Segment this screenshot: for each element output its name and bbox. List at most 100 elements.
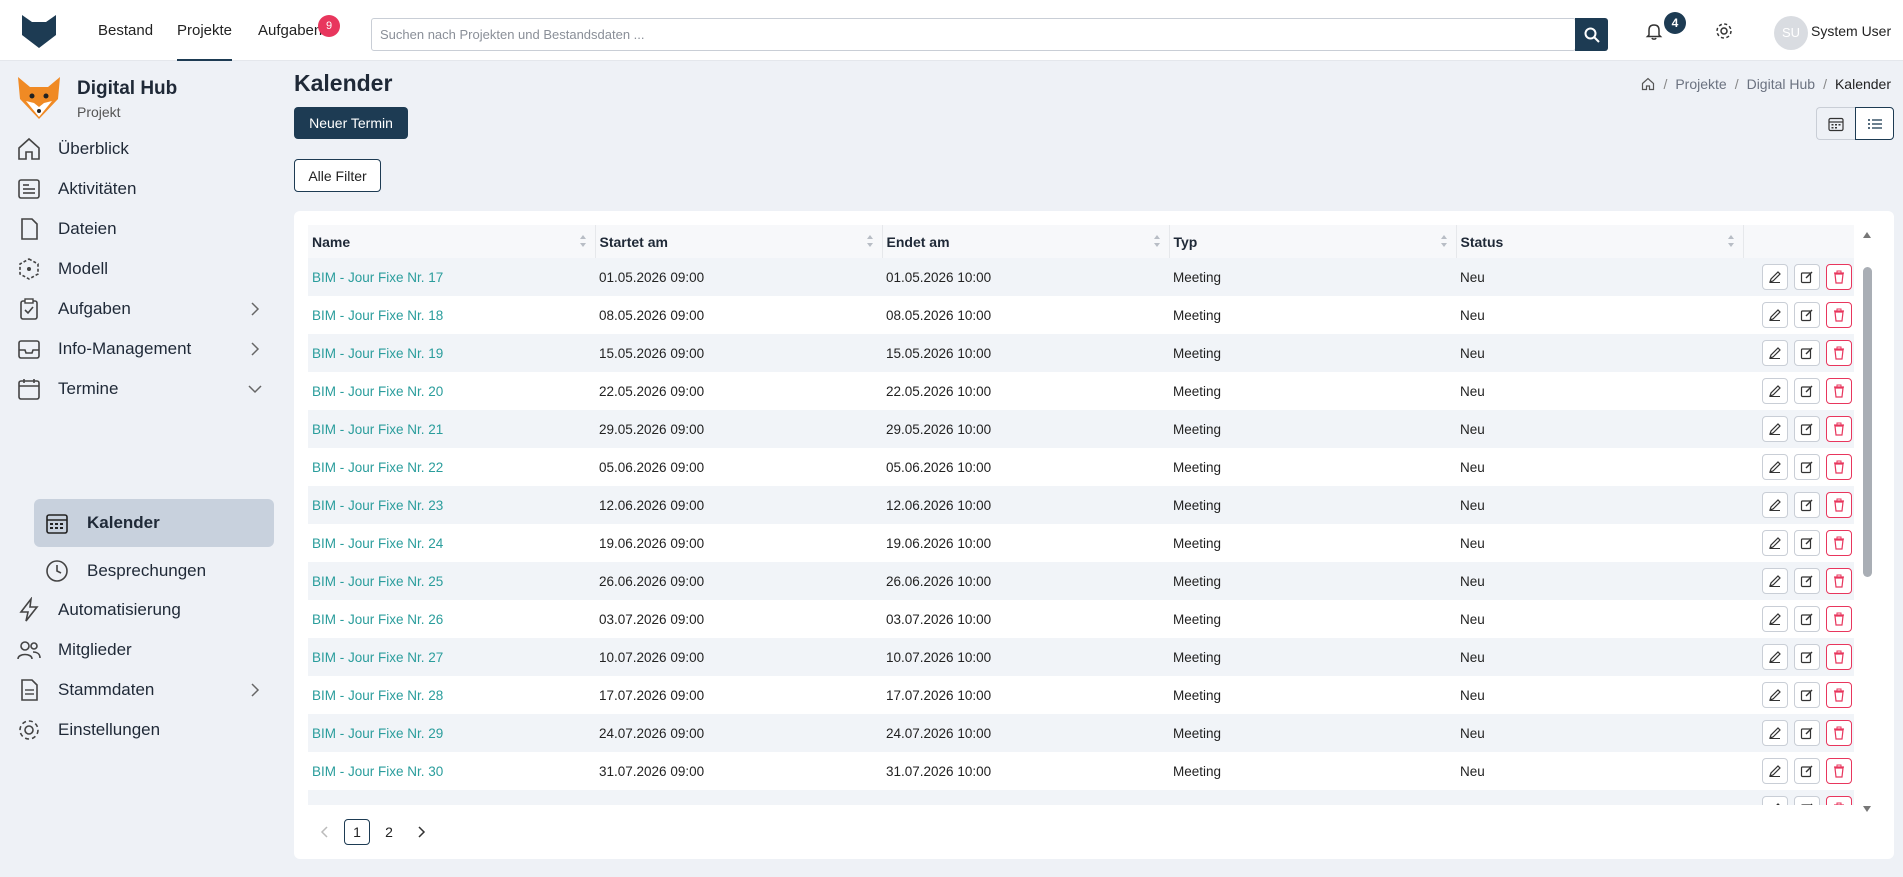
column-header-type[interactable]: Typ <box>1169 225 1457 258</box>
cell-name[interactable]: BIM - Jour Fixe Nr. 18 <box>308 296 595 334</box>
sidebar-item-mitglieder[interactable]: Mitglieder <box>0 630 285 670</box>
delete-button[interactable] <box>1826 568 1852 594</box>
topnav-projekte[interactable]: Projekte <box>177 0 233 61</box>
rename-button[interactable] <box>1762 568 1788 594</box>
scroll-down-icon[interactable] <box>1862 805 1872 813</box>
delete-button[interactable] <box>1826 758 1852 784</box>
rename-button[interactable] <box>1762 492 1788 518</box>
rename-button[interactable] <box>1762 682 1788 708</box>
edit-button[interactable] <box>1794 378 1820 404</box>
sidebar-item-modell[interactable]: Modell <box>0 249 285 289</box>
edit-button[interactable] <box>1794 302 1820 328</box>
breadcrumb-projekte[interactable]: Projekte <box>1675 76 1726 92</box>
delete-button[interactable] <box>1826 530 1852 556</box>
delete-button[interactable] <box>1826 378 1852 404</box>
calendar-view-button[interactable] <box>1816 107 1855 140</box>
rename-button[interactable] <box>1762 758 1788 784</box>
delete-button[interactable] <box>1826 682 1852 708</box>
delete-button[interactable] <box>1826 340 1852 366</box>
delete-button[interactable] <box>1826 720 1852 746</box>
delete-button[interactable] <box>1826 264 1852 290</box>
sidebar-item-info-management[interactable]: Info-Management <box>0 329 285 369</box>
rename-button[interactable] <box>1762 720 1788 746</box>
page-1-button[interactable]: 1 <box>344 819 370 845</box>
column-header-name[interactable]: Name <box>308 225 596 258</box>
edit-button[interactable] <box>1794 644 1820 670</box>
gear-icon[interactable] <box>1714 21 1734 41</box>
all-filters-button[interactable]: Alle Filter <box>294 159 381 192</box>
cell-name[interactable]: BIM - Jour Fixe Nr. 26 <box>308 600 595 638</box>
column-header-start[interactable]: Startet am <box>595 225 883 258</box>
table-scrollbar[interactable] <box>1861 231 1873 812</box>
scroll-up-icon[interactable] <box>1862 231 1872 239</box>
cell-name[interactable]: BIM - Jour Fixe Nr. 27 <box>308 638 595 676</box>
search-button[interactable] <box>1575 18 1608 51</box>
delete-button[interactable] <box>1826 644 1852 670</box>
page-2-button[interactable]: 2 <box>376 819 402 845</box>
rename-button[interactable] <box>1762 302 1788 328</box>
edit-button[interactable] <box>1794 530 1820 556</box>
rename-button[interactable] <box>1762 416 1788 442</box>
rename-button[interactable] <box>1762 264 1788 290</box>
edit-button[interactable] <box>1794 720 1820 746</box>
sidebar-item-stammdaten[interactable]: Stammdaten <box>0 670 285 710</box>
cell-name[interactable]: BIM - Jour Fixe Nr. 29 <box>308 714 595 752</box>
cell-name[interactable]: BIM - Jour Fixe Nr. 24 <box>308 524 595 562</box>
cell-name[interactable]: BIM - Jour Fixe Nr. 17 <box>308 258 595 296</box>
edit-button[interactable] <box>1794 264 1820 290</box>
scrollbar-thumb[interactable] <box>1863 267 1872 577</box>
home-icon[interactable] <box>1641 77 1655 91</box>
cell-name[interactable]: BIM - Jour Fixe Nr. 25 <box>308 562 595 600</box>
edit-button[interactable] <box>1794 454 1820 480</box>
rename-button[interactable] <box>1762 644 1788 670</box>
cell-name[interactable]: BIM - Jour Fixe Nr. 21 <box>308 410 595 448</box>
rename-button[interactable] <box>1762 606 1788 632</box>
bell-icon[interactable] <box>1644 21 1664 41</box>
list-view-button[interactable] <box>1855 107 1894 140</box>
edit-button[interactable] <box>1794 606 1820 632</box>
column-header-status[interactable]: Status <box>1456 225 1744 258</box>
new-appointment-button[interactable]: Neuer Termin <box>294 107 408 139</box>
cell-name[interactable]: BIM - Jour Fixe Nr. 20 <box>308 372 595 410</box>
cell-name[interactable]: BIM - Jour Fixe Nr. 28 <box>308 676 595 714</box>
delete-button[interactable] <box>1826 492 1852 518</box>
column-header-end[interactable]: Endet am <box>882 225 1170 258</box>
edit-button[interactable] <box>1794 416 1820 442</box>
edit-button[interactable] <box>1794 492 1820 518</box>
previous-page-button[interactable] <box>312 819 338 845</box>
topnav-aufgaben[interactable]: Aufgaben <box>258 0 322 61</box>
sidebar-item-aktivitaeten[interactable]: Aktivitäten <box>0 169 285 209</box>
cell-name[interactable]: BIM - Jour Fixe Nr. 23 <box>308 486 595 524</box>
sidebar-item-dateien[interactable]: Dateien <box>0 209 285 249</box>
avatar[interactable]: SU <box>1774 16 1808 50</box>
edit-button[interactable] <box>1794 758 1820 784</box>
next-page-button[interactable] <box>408 819 434 845</box>
cell-name[interactable]: BIM - Jour Fixe Nr. 19 <box>308 334 595 372</box>
rename-button[interactable] <box>1762 378 1788 404</box>
edit-button[interactable] <box>1794 796 1820 805</box>
delete-button[interactable] <box>1826 302 1852 328</box>
rename-button[interactable] <box>1762 340 1788 366</box>
edit-button[interactable] <box>1794 682 1820 708</box>
cell-name[interactable] <box>308 790 595 805</box>
cell-name[interactable]: BIM - Jour Fixe Nr. 30 <box>308 752 595 790</box>
delete-button[interactable] <box>1826 606 1852 632</box>
sidebar-subitem-besprechungen[interactable]: Besprechungen <box>34 547 274 595</box>
delete-button[interactable] <box>1826 454 1852 480</box>
rename-button[interactable] <box>1762 796 1788 805</box>
sidebar-item-termine[interactable]: Termine <box>0 369 285 409</box>
sidebar-item-aufgaben[interactable]: Aufgaben <box>0 289 285 329</box>
rename-button[interactable] <box>1762 530 1788 556</box>
search-input[interactable] <box>372 19 1532 50</box>
delete-button[interactable] <box>1826 416 1852 442</box>
user-name[interactable]: System User <box>1811 23 1891 39</box>
sidebar-item-ueberblick[interactable]: Überblick <box>0 129 285 169</box>
edit-button[interactable] <box>1794 568 1820 594</box>
delete-button[interactable] <box>1826 796 1852 805</box>
fox-logo-icon[interactable] <box>20 13 58 49</box>
cell-name[interactable]: BIM - Jour Fixe Nr. 22 <box>308 448 595 486</box>
rename-button[interactable] <box>1762 454 1788 480</box>
edit-button[interactable] <box>1794 340 1820 366</box>
topnav-bestand[interactable]: Bestand <box>98 0 153 61</box>
breadcrumb-project[interactable]: Digital Hub <box>1747 76 1815 92</box>
